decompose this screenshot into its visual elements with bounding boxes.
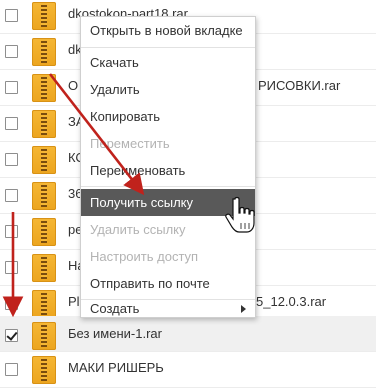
hand-pointer-icon [225, 196, 255, 233]
annotation-arrow [48, 73, 145, 196]
annotation-overlay [2, 73, 255, 318]
